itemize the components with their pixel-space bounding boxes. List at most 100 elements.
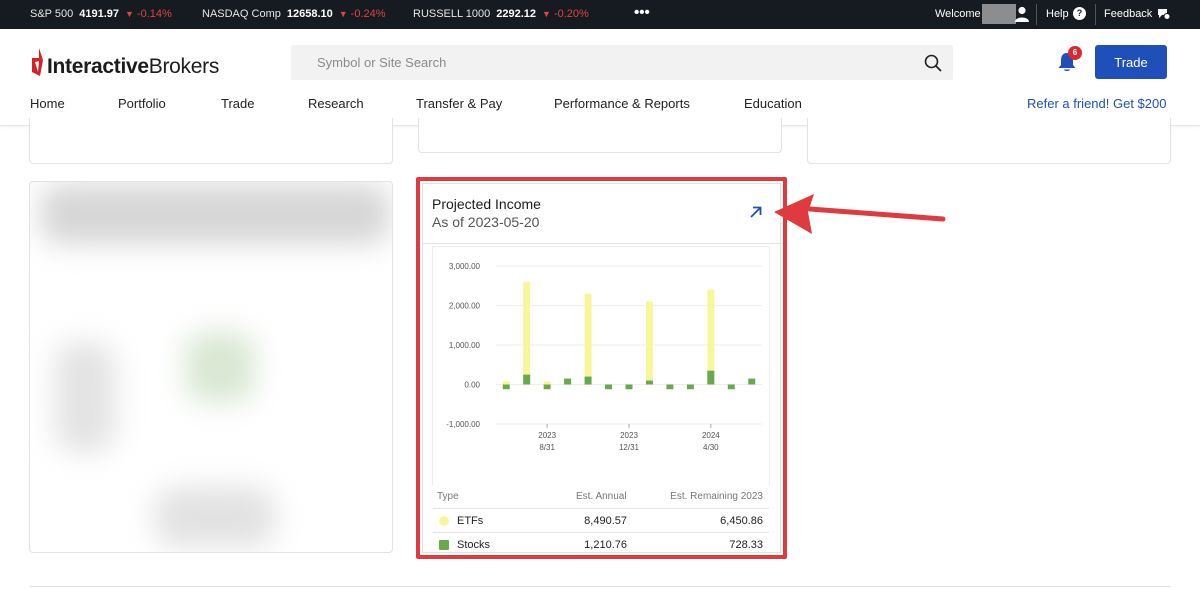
dashboard-card — [418, 118, 782, 153]
row-type: Stocks — [457, 539, 491, 551]
x-tick-label: 8/31 — [539, 443, 555, 452]
ticker-russell1000[interactable]: RUSSELL 1000 2292.12 ▼ -0.20% — [413, 8, 589, 20]
question-icon[interactable]: ? — [1073, 7, 1086, 20]
x-tick-label: 4/30 — [703, 443, 719, 452]
etf-swatch-icon — [439, 516, 449, 526]
ticker-name: NASDAQ Comp — [202, 8, 281, 20]
nav-portfolio[interactable]: Portfolio — [118, 96, 166, 111]
bar-stocks — [748, 378, 756, 385]
nav-performance-reports[interactable]: Performance & Reports — [554, 96, 690, 111]
welcome-label: Welcome — [935, 8, 981, 20]
x-tick-label: 2023 — [620, 431, 638, 440]
x-tick-label: 2023 — [538, 431, 556, 440]
nav-transfer-pay[interactable]: Transfer & Pay — [416, 96, 502, 111]
x-tick-label: 12/31 — [619, 443, 640, 452]
nav-trade[interactable]: Trade — [221, 96, 254, 111]
y-tick-label: 2,000.00 — [449, 302, 481, 311]
down-triangle-icon: ▼ — [338, 9, 348, 19]
card-divider — [423, 243, 780, 244]
card-title: Projected Income — [432, 196, 541, 212]
ticker-change: -0.14% — [136, 8, 172, 20]
annotation-arrow-icon — [774, 194, 946, 234]
x-tick-label: 2024 — [702, 431, 720, 440]
bar-etfs — [502, 381, 510, 385]
redacted-content — [155, 487, 275, 547]
divider — [1095, 4, 1096, 25]
ib-logo-mark-icon — [32, 48, 43, 76]
ticker-value: 2292.12 — [496, 8, 537, 20]
search-input[interactable] — [291, 45, 911, 80]
bar-stocks — [625, 384, 633, 390]
ticker-name: RUSSELL 1000 — [413, 8, 491, 20]
column-header-remaining: Est. Remaining 2023 — [670, 491, 763, 502]
bar-etfs — [523, 281, 531, 385]
redacted-card — [29, 181, 393, 553]
site-search — [291, 45, 953, 80]
y-tick-label: 1,000.00 — [449, 341, 481, 350]
refer-friend-link[interactable]: Refer a friend! Get $200 — [1027, 96, 1166, 111]
nav-home[interactable]: Home — [30, 96, 65, 111]
ticker-change: -0.20% — [553, 8, 589, 20]
divider — [1036, 4, 1037, 25]
bar-stocks — [707, 370, 715, 385]
stock-swatch-icon — [439, 540, 449, 550]
row-remaining: 728.33 — [729, 539, 763, 551]
logo-text: InteractiveBrokers — [47, 55, 219, 79]
user-icon[interactable] — [1015, 6, 1029, 22]
down-triangle-icon: ▼ — [542, 9, 551, 19]
bar-etfs — [543, 381, 551, 385]
ticker-nasdaq[interactable]: NASDAQ Comp 12658.10 ▼ -0.24% — [202, 8, 386, 20]
projected-income-card: Projected Income As of 2023-05-20 3,000.… — [422, 183, 781, 553]
row-annual: 8,490.57 — [584, 515, 627, 527]
projected-income-chart: 3,000.00 2,000.00 1,000.00 0.00 -1,000.00 202… — [432, 246, 772, 471]
bar-stocks — [686, 384, 694, 390]
open-external-arrow-icon[interactable] — [749, 205, 763, 219]
logo-text-bold: Interactive — [47, 55, 149, 78]
y-tick-label: 0.00 — [464, 381, 480, 390]
notification-count-badge: 6 — [1068, 46, 1082, 60]
column-header-type: Type — [437, 491, 459, 502]
trade-button[interactable]: Trade — [1095, 45, 1167, 79]
site-header: InteractiveBrokers 6 Trade Home Portfoli… — [0, 29, 1200, 126]
y-tick-label: 3,000.00 — [449, 262, 481, 271]
table-row: Stocks 1,210.76 728.33 — [433, 533, 769, 557]
bar-stocks — [523, 374, 531, 385]
logo-text-regular: Brokers — [148, 55, 220, 78]
down-triangle-icon: ▼ — [125, 9, 134, 19]
ticker-name: S&P 500 — [30, 8, 74, 20]
bar-stocks — [605, 384, 613, 390]
row-type: ETFs — [457, 515, 484, 527]
bar-stocks — [502, 384, 510, 390]
dashboard-card — [29, 118, 393, 164]
row-remaining: 6,450.86 — [720, 515, 763, 527]
nav-research[interactable]: Research — [308, 96, 364, 111]
bar-stocks — [727, 384, 735, 390]
dashboard-card — [807, 118, 1171, 164]
ticker-value: 12658.10 — [286, 8, 333, 20]
chart-svg: 3,000.00 2,000.00 1,000.00 0.00 -1,000.00 202… — [446, 262, 762, 452]
bar-stocks — [645, 380, 653, 385]
redacted-content — [55, 342, 115, 452]
ticker-change: -0.24% — [350, 8, 386, 20]
bar-stocks — [584, 376, 592, 385]
section-divider — [30, 586, 1171, 587]
more-tickers-button[interactable]: ••• — [634, 4, 650, 21]
row-annual: 1,210.76 — [584, 539, 627, 551]
bar-etfs — [707, 289, 715, 385]
market-ticker-bar: S&P 500 4191.97 ▼ -0.14% NASDAQ Comp 12658.1… — [0, 0, 1200, 29]
bar-stocks — [666, 384, 674, 390]
username-redacted — [982, 4, 1016, 24]
help-link[interactable]: Help — [1046, 8, 1069, 20]
search-icon[interactable] — [924, 54, 942, 72]
bar-etfs — [645, 301, 653, 385]
redacted-header — [40, 184, 390, 244]
bar-stocks — [543, 384, 551, 390]
table-row: ETFs 8,490.57 6,450.86 — [433, 509, 769, 533]
bar-stocks — [564, 378, 572, 385]
nav-education[interactable]: Education — [744, 96, 802, 111]
feedback-link[interactable]: Feedback — [1104, 8, 1152, 20]
table-header: Type Est. Annual Est. Remaining 2023 — [433, 485, 769, 509]
ticker-sp500[interactable]: S&P 500 4191.97 ▼ -0.14% — [30, 8, 172, 20]
feedback-chat-icon[interactable] — [1157, 8, 1170, 20]
redacted-content — [185, 332, 255, 402]
